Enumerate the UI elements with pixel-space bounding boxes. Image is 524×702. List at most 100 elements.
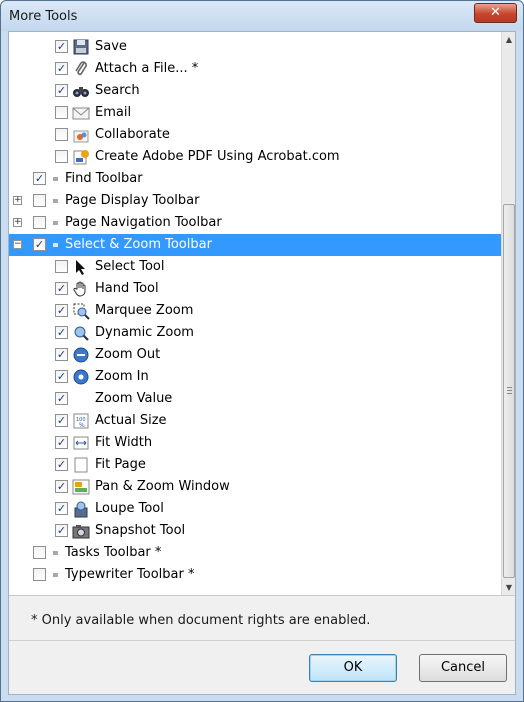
item-checkbox[interactable]: ✓ xyxy=(55,326,68,339)
tree-item[interactable]: Typewriter Toolbar * xyxy=(9,564,501,586)
tree-item[interactable]: ✓ Zoom Out xyxy=(9,344,501,366)
close-button[interactable]: ✕ xyxy=(474,3,517,23)
title-bar[interactable]: More Tools ✕ xyxy=(1,1,523,31)
tree-item-label: Actual Size xyxy=(95,413,167,428)
tree-item-label: Fit Width xyxy=(95,435,153,450)
tree-item[interactable]: − ✓ Select & Zoom Toolbar xyxy=(9,234,501,256)
tree-item-label: Dynamic Zoom xyxy=(95,325,194,340)
collapse-icon[interactable]: − xyxy=(13,240,22,249)
item-checkbox[interactable]: ✓ xyxy=(55,62,68,75)
scroll-grip-icon xyxy=(507,387,512,394)
item-checkbox[interactable]: ✓ xyxy=(55,502,68,515)
item-checkbox[interactable]: ✓ xyxy=(55,392,68,405)
item-checkbox[interactable]: ✓ xyxy=(55,40,68,53)
tree-item[interactable]: ✓ Loupe Tool xyxy=(9,498,501,520)
tree-item-label: Typewriter Toolbar * xyxy=(65,567,195,582)
item-checkbox[interactable] xyxy=(55,128,68,141)
tree-item[interactable]: ✓ Fit Width xyxy=(9,432,501,454)
item-checkbox[interactable]: ✓ xyxy=(55,348,68,361)
collaborate-icon xyxy=(72,126,90,144)
item-checkbox[interactable] xyxy=(33,194,46,207)
item-checkbox[interactable]: ✓ xyxy=(33,172,46,185)
camera-icon xyxy=(72,522,90,540)
cancel-button[interactable]: Cancel xyxy=(419,654,507,682)
email-icon xyxy=(72,104,90,122)
tree-item-label: Fit Page xyxy=(95,457,146,472)
tree-item-label: Zoom In xyxy=(95,369,149,384)
zoom-out-icon xyxy=(72,346,90,364)
item-checkbox[interactable]: ✓ xyxy=(55,282,68,295)
tree-item[interactable]: + Page Navigation Toolbar xyxy=(9,212,501,234)
item-checkbox[interactable]: ✓ xyxy=(33,238,46,251)
tree-item[interactable]: Tasks Toolbar * xyxy=(9,542,501,564)
marquee-zoom-icon xyxy=(72,302,90,320)
tree-item-label: Page Navigation Toolbar xyxy=(65,215,222,230)
ok-button[interactable]: OK xyxy=(309,654,397,682)
tree-item[interactable]: ✓ Snapshot Tool xyxy=(9,520,501,542)
tools-tree-list[interactable]: Typewriter Toolbar * Tasks Toolbar * ✓ Snap… xyxy=(9,32,515,596)
item-checkbox[interactable] xyxy=(33,216,46,229)
item-checkbox[interactable]: ✓ xyxy=(55,458,68,471)
tree-item-label: Marquee Zoom xyxy=(95,303,194,318)
item-checkbox[interactable]: ✓ xyxy=(55,370,68,383)
item-checkbox[interactable]: ✓ xyxy=(55,304,68,317)
tree-item[interactable]: ✓ Attach a File... * xyxy=(9,58,501,80)
tree-item-label: Select & Zoom Toolbar xyxy=(65,237,212,252)
item-checkbox[interactable]: ✓ xyxy=(55,524,68,537)
tree-item[interactable]: ✓ Zoom Value xyxy=(9,388,501,410)
dynamic-zoom-icon xyxy=(72,324,90,342)
tree-item-label: Collaborate xyxy=(95,127,170,142)
loupe-icon xyxy=(72,500,90,518)
tree-item[interactable]: ✓ Zoom In xyxy=(9,366,501,388)
scroll-thumb[interactable] xyxy=(503,204,515,578)
tree-item-label: Hand Tool xyxy=(95,281,159,296)
tree-item-label: Save xyxy=(95,39,127,54)
toolbar-dot-icon xyxy=(53,199,58,203)
pan-zoom-icon xyxy=(72,478,90,496)
tree-item[interactable]: ✓ Marquee Zoom xyxy=(9,300,501,322)
toolbar-dot-icon xyxy=(53,177,58,181)
tree-item[interactable]: ✓ Save xyxy=(9,36,501,58)
vertical-scrollbar[interactable]: ▲ ▼ xyxy=(501,32,515,595)
tree-item-label: Search xyxy=(95,83,140,98)
item-checkbox[interactable] xyxy=(55,106,68,119)
tree-item[interactable]: Create Adobe PDF Using Acrobat.com xyxy=(9,146,501,168)
scroll-down-arrow-icon[interactable]: ▼ xyxy=(502,580,515,595)
more-tools-dialog: More Tools ✕ Typewriter Toolbar * Tasks T… xyxy=(0,0,524,702)
item-checkbox[interactable] xyxy=(33,546,46,559)
binoculars-icon xyxy=(72,82,90,100)
tree-item[interactable]: Email xyxy=(9,102,501,124)
tree-item-label: Create Adobe PDF Using Acrobat.com xyxy=(95,149,340,164)
tree-item[interactable]: ✓ Hand Tool xyxy=(9,278,501,300)
tree-item-label: Zoom Value xyxy=(95,391,173,406)
toolbar-dot-icon xyxy=(53,573,58,577)
dialog-body: Typewriter Toolbar * Tasks Toolbar * ✓ Snap… xyxy=(8,31,516,695)
expand-icon[interactable]: + xyxy=(13,218,22,227)
item-checkbox[interactable] xyxy=(55,150,68,163)
item-checkbox[interactable]: ✓ xyxy=(55,84,68,97)
tree-item[interactable]: Collaborate xyxy=(9,124,501,146)
arrow-cursor-icon xyxy=(72,258,90,276)
tree-item[interactable]: + Page Display Toolbar xyxy=(9,190,501,212)
tree-item[interactable]: ✓ 100% Actual Size xyxy=(9,410,501,432)
tree-item[interactable]: ✓ Pan & Zoom Window xyxy=(9,476,501,498)
tree-item[interactable]: Select Tool xyxy=(9,256,501,278)
dialog-title: More Tools xyxy=(9,9,78,24)
tree-item-label: Loupe Tool xyxy=(95,501,164,516)
item-checkbox[interactable]: ✓ xyxy=(55,414,68,427)
tree-item[interactable]: ✓ Search xyxy=(9,80,501,102)
acrobat-com-icon xyxy=(72,148,90,166)
tree-item-label: Select Tool xyxy=(95,259,165,274)
tree-item[interactable]: ✓ Dynamic Zoom xyxy=(9,322,501,344)
item-checkbox[interactable]: ✓ xyxy=(55,436,68,449)
paperclip-icon xyxy=(72,60,90,78)
item-checkbox[interactable]: ✓ xyxy=(55,480,68,493)
svg-text:%: % xyxy=(79,422,85,429)
item-checkbox[interactable] xyxy=(33,568,46,581)
tree-item[interactable]: ✓ Fit Page xyxy=(9,454,501,476)
item-checkbox[interactable] xyxy=(55,260,68,273)
scroll-up-arrow-icon[interactable]: ▲ xyxy=(502,32,515,48)
expand-icon[interactable]: + xyxy=(13,196,22,205)
tree-item[interactable]: ✓ Find Toolbar xyxy=(9,168,501,190)
rights-footnote: * Only available when document rights ar… xyxy=(31,613,371,628)
